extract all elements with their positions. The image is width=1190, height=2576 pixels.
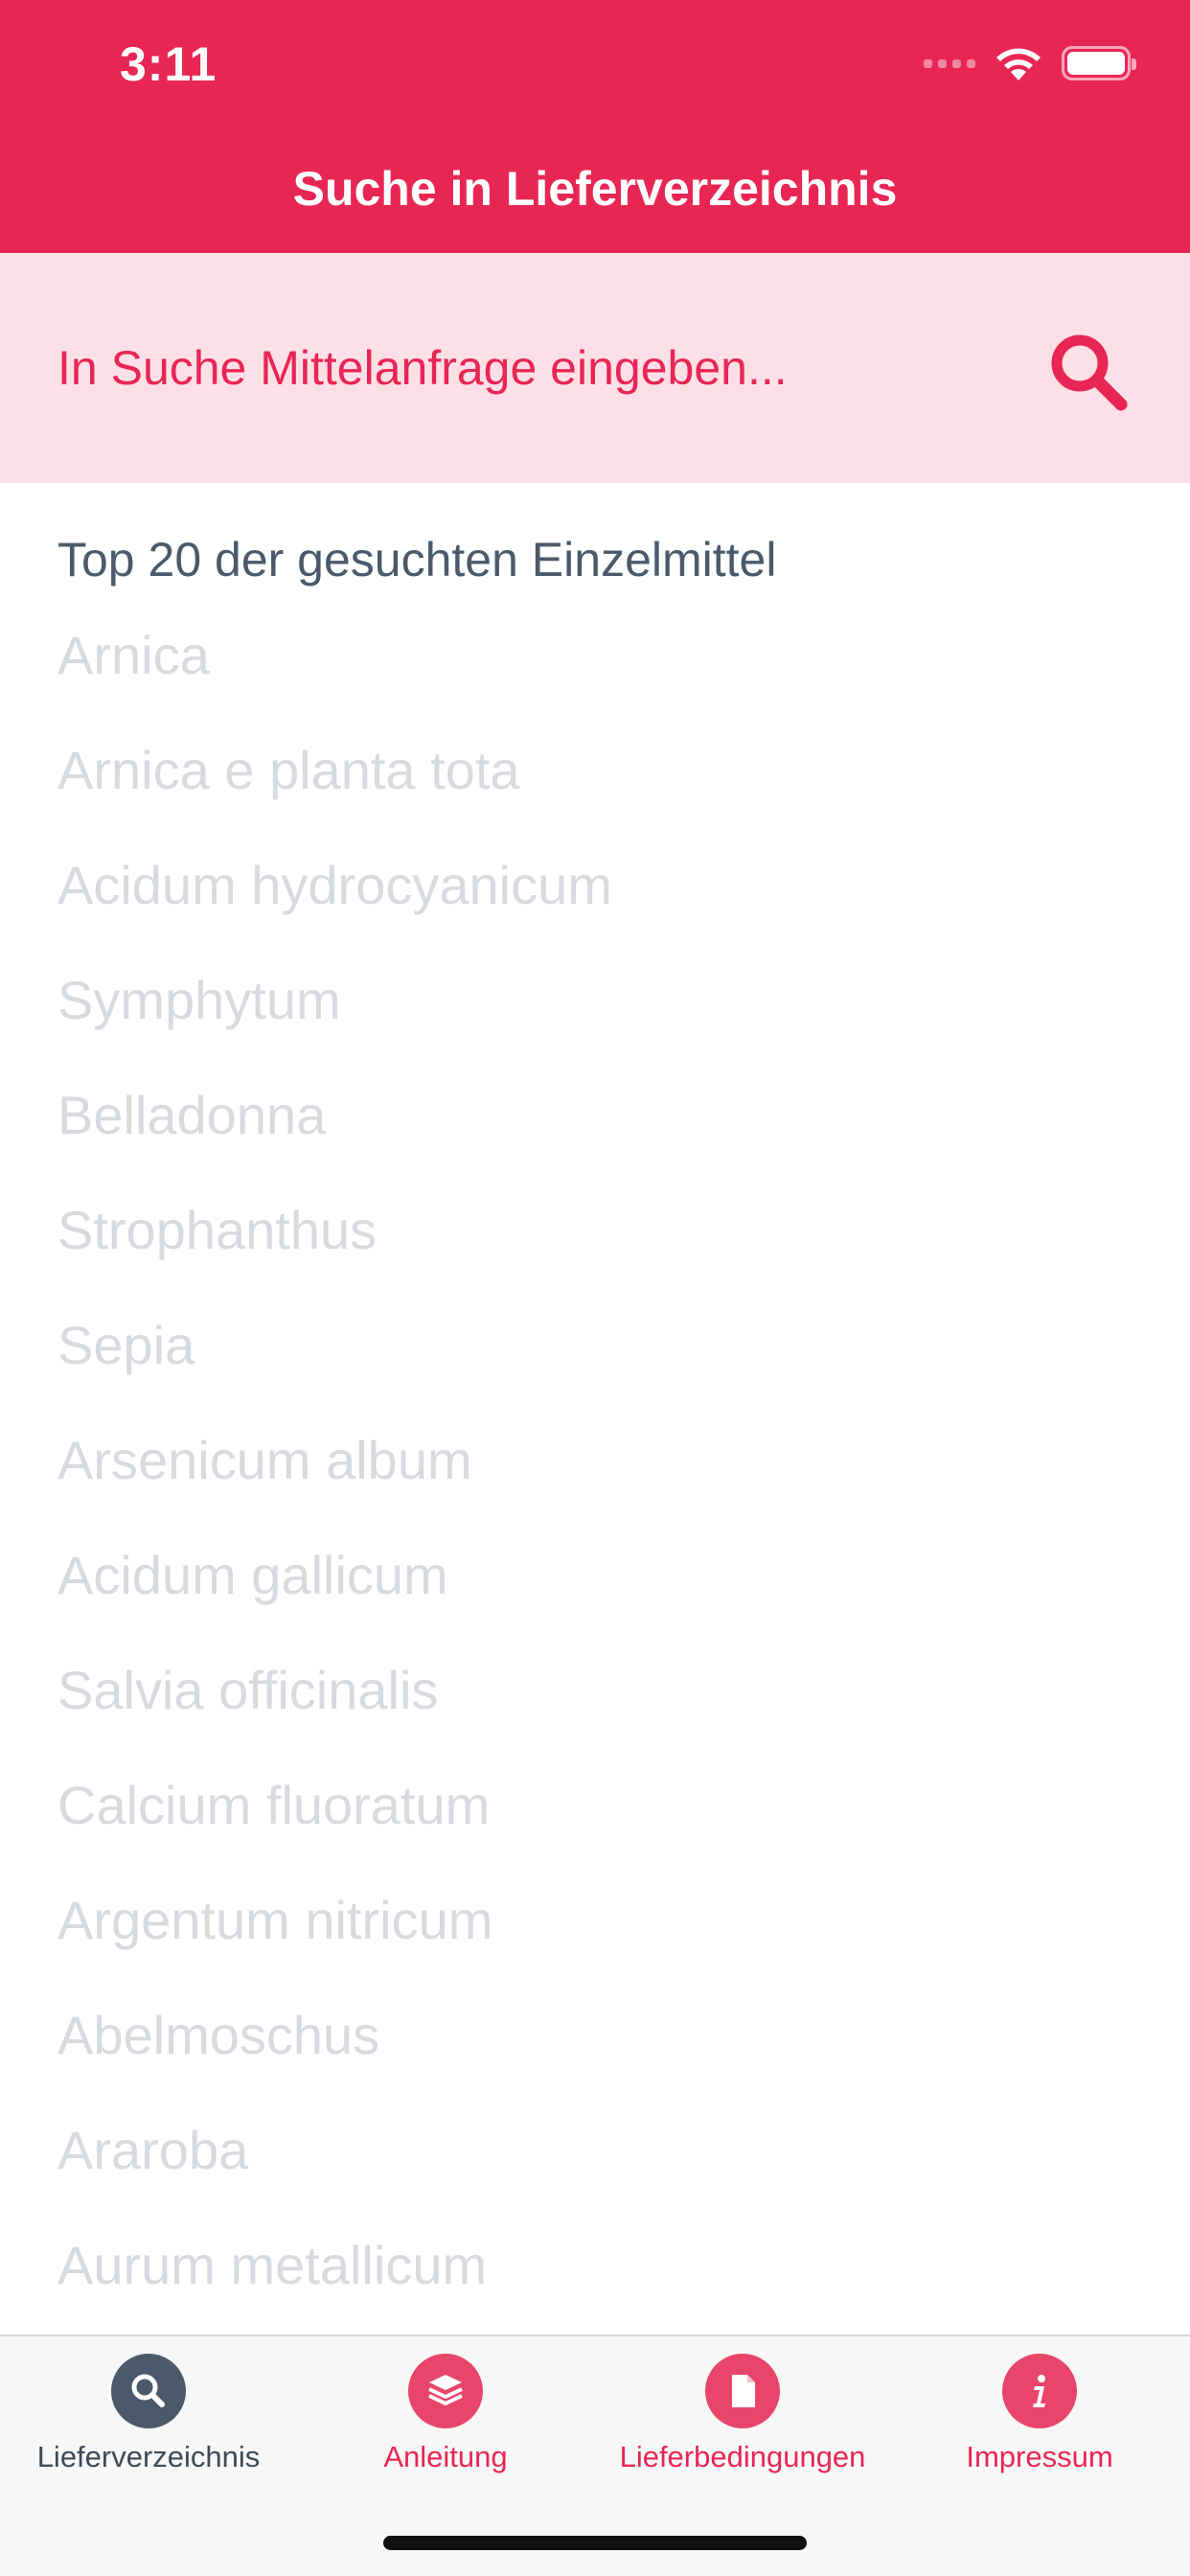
tab-label: Lieferverzeichnis bbox=[36, 2440, 261, 2473]
battery-icon bbox=[1062, 46, 1136, 80]
list-item[interactable]: Salvia officinalis bbox=[57, 1656, 612, 1771]
tab-anleitung[interactable]: Anleitung bbox=[297, 2354, 594, 2474]
search-icon[interactable] bbox=[1044, 328, 1131, 414]
app-header: 3:11 Suche in Lieferverzeichnis bbox=[0, 0, 1190, 253]
search-input[interactable] bbox=[57, 330, 1016, 406]
info-icon bbox=[1002, 2354, 1077, 2428]
home-indicator bbox=[383, 2536, 807, 2550]
status-time: 3:11 bbox=[120, 37, 217, 91]
list-item[interactable]: Belladonna bbox=[57, 1081, 612, 1196]
search-icon bbox=[111, 2354, 186, 2428]
list-item[interactable]: Araroba bbox=[57, 2116, 612, 2231]
top-drugs-list: Arnica Arnica e planta tota Acidum hydro… bbox=[57, 621, 612, 2346]
list-item[interactable]: Acidum hydrocyanicum bbox=[57, 851, 612, 966]
list-item[interactable]: Argentum nitricum bbox=[57, 1886, 612, 2001]
tab-impressum[interactable]: Impressum bbox=[891, 2354, 1188, 2474]
list-item[interactable]: Calcium fluoratum bbox=[57, 1771, 612, 1886]
wifi-icon bbox=[996, 48, 1041, 80]
list-item[interactable]: Acidum gallicum bbox=[57, 1541, 612, 1656]
tab-label: Impressum bbox=[966, 2440, 1113, 2473]
search-bar bbox=[0, 253, 1190, 483]
status-icons bbox=[924, 42, 1136, 84]
page-title: Suche in Lieferverzeichnis bbox=[292, 162, 898, 216]
tab-lieferbedingungen[interactable]: Lieferbedingungen bbox=[594, 2354, 891, 2474]
list-item[interactable]: Sepia bbox=[57, 1311, 612, 1426]
document-icon bbox=[705, 2354, 780, 2428]
list-item[interactable]: Arsenicum album bbox=[57, 1426, 612, 1541]
tab-lieferverzeichnis[interactable]: Lieferverzeichnis bbox=[0, 2354, 297, 2474]
tab-label: Anleitung bbox=[383, 2440, 508, 2473]
tab-label: Lieferbedingungen bbox=[619, 2440, 866, 2473]
layers-icon bbox=[408, 2354, 483, 2428]
section-title: Top 20 der gesuchten Einzelmittel bbox=[57, 533, 777, 586]
list-item[interactable]: Symphytum bbox=[57, 966, 612, 1081]
list-item[interactable]: Aurum metallicum bbox=[57, 2231, 612, 2346]
list-item[interactable]: Strophanthus bbox=[57, 1196, 612, 1311]
cellular-signal-icon bbox=[924, 58, 975, 68]
list-item[interactable]: Abelmoschus bbox=[57, 2001, 612, 2116]
list-item[interactable]: Arnica e planta tota bbox=[57, 736, 612, 851]
list-item[interactable]: Arnica bbox=[57, 621, 612, 736]
